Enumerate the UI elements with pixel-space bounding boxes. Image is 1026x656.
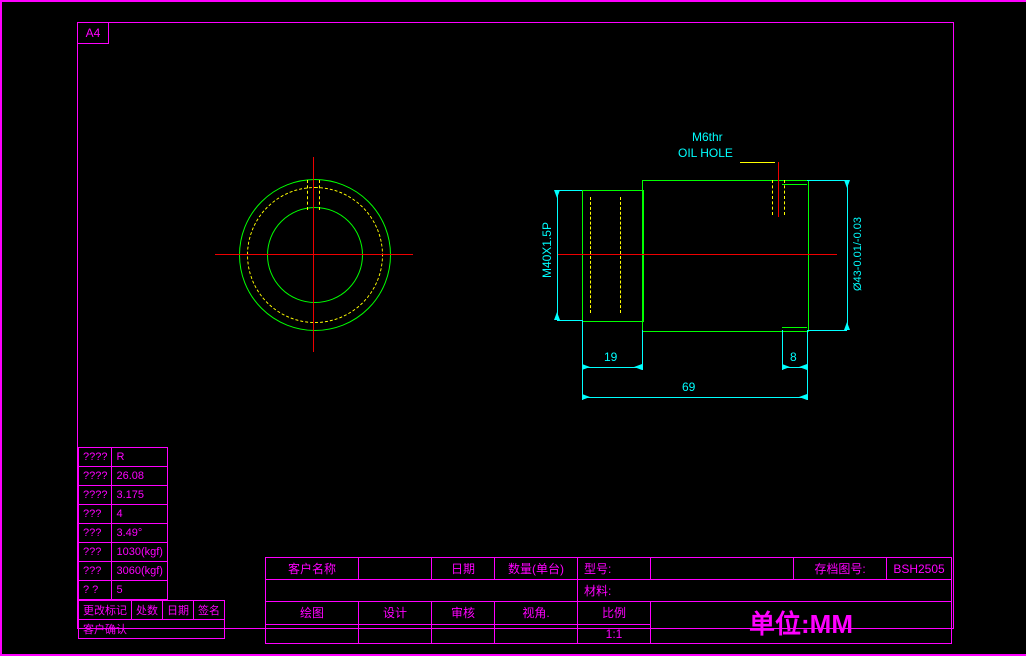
dim-ext-2 xyxy=(847,180,848,330)
spec-cell: 3.175 xyxy=(112,486,167,505)
spec-cell: 4 xyxy=(112,505,167,524)
arrow xyxy=(634,364,642,370)
spec-cell: ??? xyxy=(79,524,112,543)
arrow xyxy=(799,394,807,400)
dim-ext-1 xyxy=(557,190,558,320)
design-label: 设计 xyxy=(359,602,432,625)
drawn-label: 绘图 xyxy=(266,602,359,625)
spec-cell: ???? xyxy=(79,467,112,486)
dim-8: 8 xyxy=(790,350,797,364)
dim-line-19 xyxy=(582,367,642,368)
spec-cell: ???? xyxy=(79,448,112,467)
rev-confirm: 客户确认 xyxy=(79,620,225,639)
hole-hidden-2 xyxy=(319,180,320,210)
v-centerline xyxy=(313,157,314,352)
spec-cell: 1030(kgf) xyxy=(112,543,167,562)
ext-line xyxy=(642,330,643,370)
cad-canvas: A4 M6thr OIL HOLE M40X1.5P Ø43-0.01/-0.0… xyxy=(0,0,1026,656)
archive-label: 存档图号: xyxy=(794,558,887,580)
archive-no: BSH2505 xyxy=(887,558,952,580)
date-label: 日期 xyxy=(432,558,495,580)
arrow xyxy=(554,190,560,198)
spec-cell: R xyxy=(112,448,167,467)
ext-line xyxy=(557,190,582,191)
title-block: 客户名称 日期 数量(单台) 型号: 存档图号: BSH2505 材料: 绘图 … xyxy=(265,557,952,627)
spec-cell: 3.49° xyxy=(112,524,167,543)
pitch-circle xyxy=(247,187,383,323)
arrow xyxy=(554,312,560,320)
dim-19: 19 xyxy=(604,350,617,364)
rev-h2: 处数 xyxy=(132,601,163,620)
ext-line xyxy=(807,180,847,181)
spec-table: ????R????26.08????3.175???4???3.49°???10… xyxy=(78,447,168,600)
hole-hidden-3 xyxy=(772,180,773,215)
drawing-border xyxy=(77,22,954,629)
h-centerline xyxy=(215,254,413,255)
dim-line-69 xyxy=(582,397,807,398)
arrow xyxy=(844,180,850,188)
scale-label: 比例 xyxy=(578,602,651,625)
material-label: 材料: xyxy=(578,580,952,602)
rev-h3: 日期 xyxy=(163,601,194,620)
dim-m40: M40X1.5P xyxy=(540,222,554,278)
end-step xyxy=(782,184,807,328)
side-centerline xyxy=(557,254,837,255)
view-label: 视角. xyxy=(495,602,578,625)
hole-hidden-4 xyxy=(784,180,785,215)
scale-value: 1:1 xyxy=(578,624,651,643)
spec-cell: 26.08 xyxy=(112,467,167,486)
spec-cell: ??? xyxy=(79,505,112,524)
arrow xyxy=(582,394,590,400)
customer-label: 客户名称 xyxy=(266,558,359,580)
hidden-1 xyxy=(590,197,591,313)
spec-cell: ??? xyxy=(79,562,112,581)
hidden-2 xyxy=(620,197,621,313)
check-label: 审核 xyxy=(432,602,495,625)
ext-line xyxy=(782,330,783,370)
ext-line xyxy=(807,330,808,400)
ext-line xyxy=(582,367,583,400)
arrow xyxy=(582,364,590,370)
ext-line xyxy=(582,320,583,370)
rev-table: 更改标记 处数 日期 签名 客户确认 xyxy=(78,600,225,639)
leader-line xyxy=(740,162,775,163)
spec-cell: ? ? xyxy=(79,581,112,600)
sheet-size-box: A4 xyxy=(77,22,109,44)
arrow xyxy=(799,364,807,370)
arrow xyxy=(844,322,850,330)
model-label: 型号: xyxy=(578,558,651,580)
thread-note: M6thr xyxy=(692,130,723,144)
spec-cell: 3060(kgf) xyxy=(112,562,167,581)
hole-centerline xyxy=(778,162,779,217)
rev-h1: 更改标记 xyxy=(79,601,132,620)
spec-cell: 5 xyxy=(112,581,167,600)
arrow xyxy=(782,364,790,370)
hole-hidden-1 xyxy=(307,180,308,210)
qty-label: 数量(单台) xyxy=(495,558,578,580)
dim-69: 69 xyxy=(682,380,695,394)
spec-cell: ??? xyxy=(79,543,112,562)
unit-label: 单位:MM xyxy=(749,609,853,639)
dim-dia43: Ø43-0.01/-0.03 xyxy=(852,217,864,291)
spec-cell: ???? xyxy=(79,486,112,505)
ext-line xyxy=(557,320,582,321)
oil-hole-note: OIL HOLE xyxy=(678,146,733,160)
ext-line xyxy=(807,330,847,331)
thread-section xyxy=(582,190,644,322)
rev-h4: 签名 xyxy=(194,601,225,620)
